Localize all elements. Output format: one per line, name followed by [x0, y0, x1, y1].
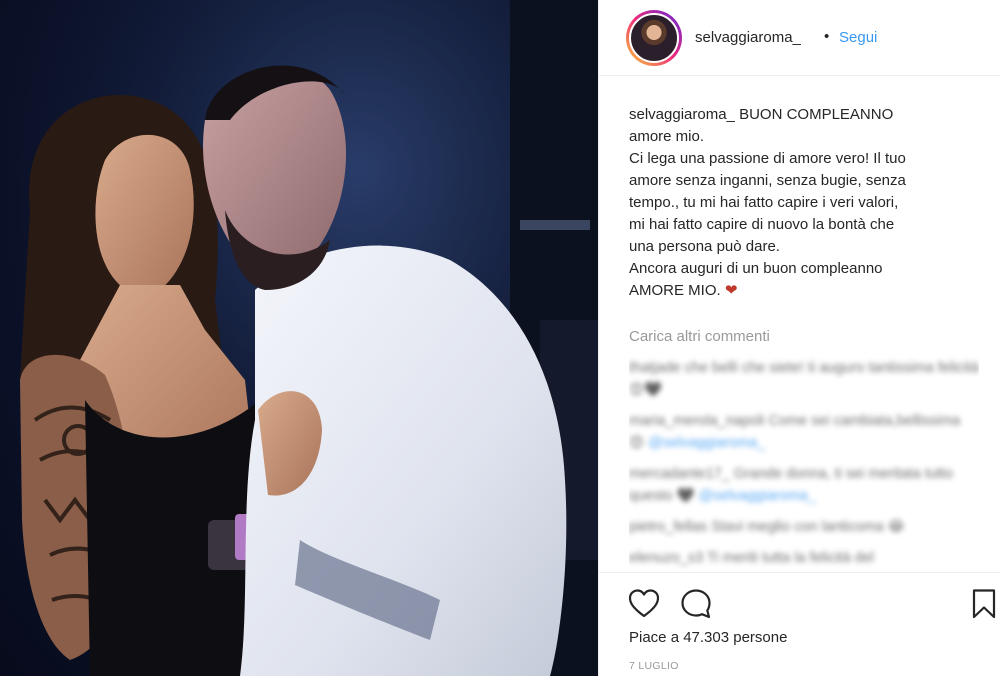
bookmark-icon[interactable] — [967, 587, 1000, 621]
caption-text: BUON COMPLEANNO amore mio. Ci lega una p… — [629, 106, 906, 299]
post-date[interactable]: 7 LUGLIO — [629, 660, 679, 672]
heart-emoji: ❤ — [724, 282, 738, 299]
comments-section[interactable]: selvaggiaroma_ BUON COMPLEANNO amore mio… — [629, 104, 979, 572]
avatar-image — [629, 13, 679, 63]
comment-item: pietro_fellas Stavi meglio con lanticoma… — [629, 519, 905, 535]
blurred-comments: thatjade che belli che siete! ti auguro … — [629, 357, 979, 569]
comment-item: thatjade che belli che siete! ti auguro … — [629, 360, 979, 398]
post-header: selvaggiaroma_ • Segui — [599, 0, 1000, 76]
avatar[interactable] — [626, 10, 682, 66]
heart-outline-icon[interactable] — [627, 587, 661, 621]
comment-item: maria_merola_napoli Come sei cambiata,be… — [629, 413, 961, 451]
comment-item: elenuzo_s3 Ti meriti tutta la felicità d… — [629, 550, 875, 566]
comment-item: mercadante17_ Grande donna, ti sei merit… — [629, 466, 954, 504]
post-photo[interactable] — [0, 0, 598, 676]
load-more-comments-button[interactable]: Carica altri commenti — [629, 328, 979, 345]
header-separator: • — [824, 28, 830, 45]
header-username[interactable]: selvaggiaroma_ — [695, 29, 801, 46]
post-actions-bar — [599, 572, 1000, 632]
follow-button[interactable]: Segui — [839, 29, 877, 46]
couple-photo-illustration — [0, 0, 598, 676]
post-side-panel: selvaggiaroma_ • Segui selvaggiaroma_ BU… — [598, 0, 1000, 676]
caption-username[interactable]: selvaggiaroma_ — [629, 106, 735, 123]
likes-count[interactable]: Piace a 47.303 persone — [629, 629, 787, 646]
caption: selvaggiaroma_ BUON COMPLEANNO amore mio… — [629, 104, 979, 302]
comment-bubble-icon[interactable] — [679, 587, 713, 621]
